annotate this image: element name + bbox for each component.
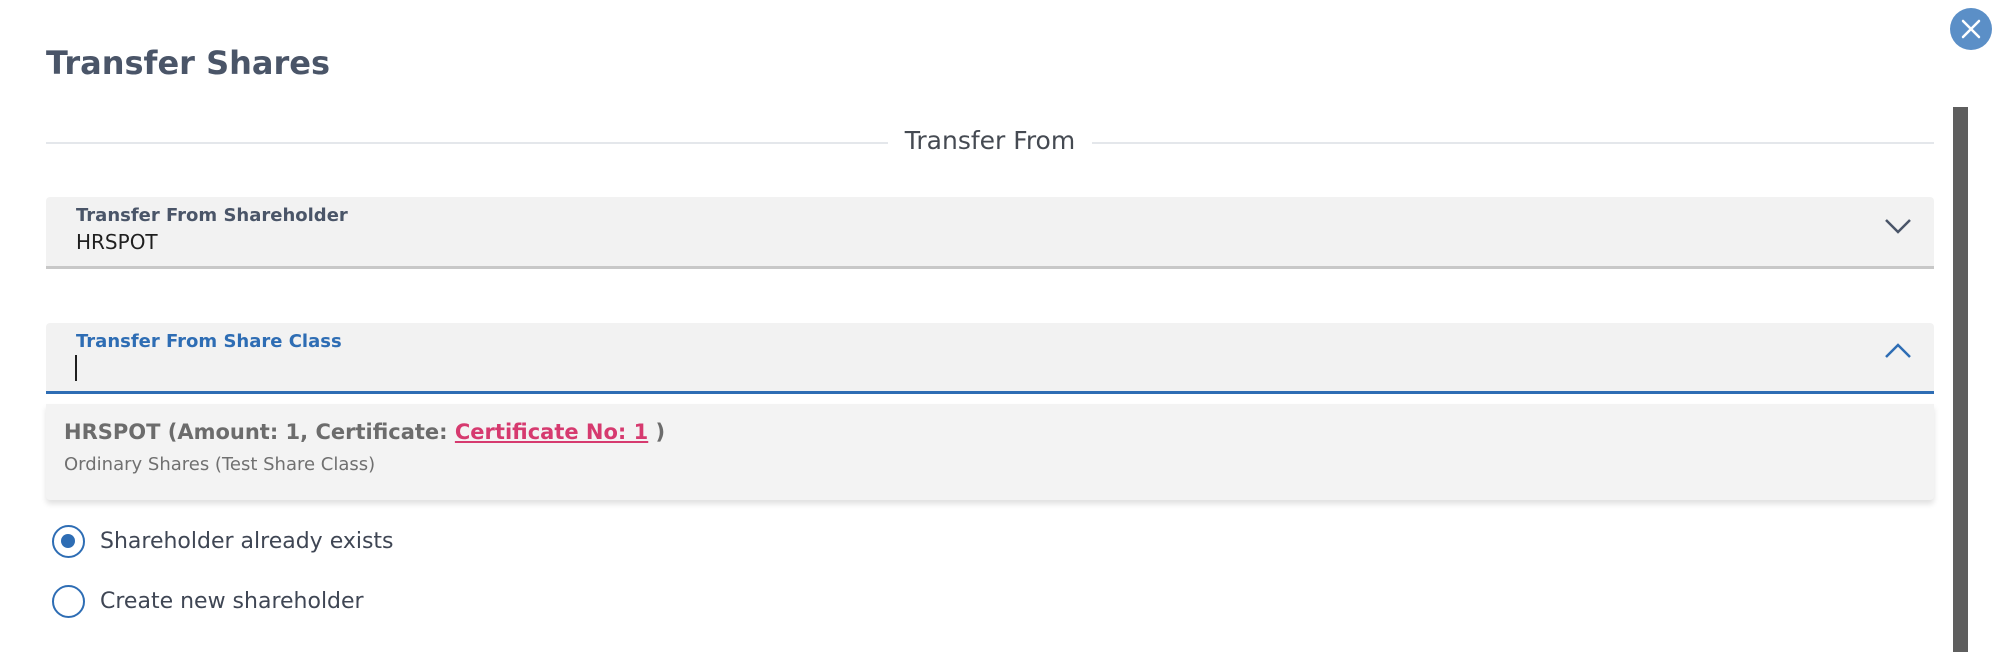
radio-shareholder-exists[interactable]: Shareholder already exists [50,524,394,564]
shareholder-field-value: HRSPOT [76,230,158,254]
chevron-up-icon[interactable] [1884,342,1912,360]
close-icon [1961,19,1981,39]
dialog-title: Transfer Shares [46,44,331,82]
option-prefix: HRSPOT (Amount: 1, Certificate: [64,420,455,444]
vertical-scrollbar[interactable] [1953,107,1968,652]
chevron-down-icon[interactable] [1884,217,1912,235]
option-suffix: ) [648,420,666,444]
dropdown-option[interactable]: HRSPOT (Amount: 1, Certificate: Certific… [46,404,1934,500]
option-title: HRSPOT (Amount: 1, Certificate: Certific… [64,420,665,444]
radio-create-new-shareholder[interactable]: Create new shareholder [50,584,390,624]
share-class-dropdown: HRSPOT (Amount: 1, Certificate: Certific… [46,404,1934,500]
section-divider: Transfer From [46,124,1934,160]
radio-button-unchecked[interactable] [52,585,85,618]
close-button[interactable] [1950,8,1992,50]
share-class-field-label: Transfer From Share Class [76,331,342,352]
text-cursor [75,355,77,381]
option-subtext: Ordinary Shares (Test Share Class) [64,454,376,475]
shareholder-field-label: Transfer From Shareholder [76,205,348,226]
transfer-from-share-class-select[interactable]: Transfer From Share Class [46,323,1934,394]
transfer-from-shareholder-select[interactable]: Transfer From Shareholder HRSPOT [46,197,1934,269]
radio-button-checked[interactable] [52,525,85,558]
section-heading: Transfer From [904,126,1076,155]
certificate-link[interactable]: Certificate No: 1 [455,420,648,444]
radio-label-existing: Shareholder already exists [100,529,394,554]
radio-label-new: Create new shareholder [100,589,364,614]
